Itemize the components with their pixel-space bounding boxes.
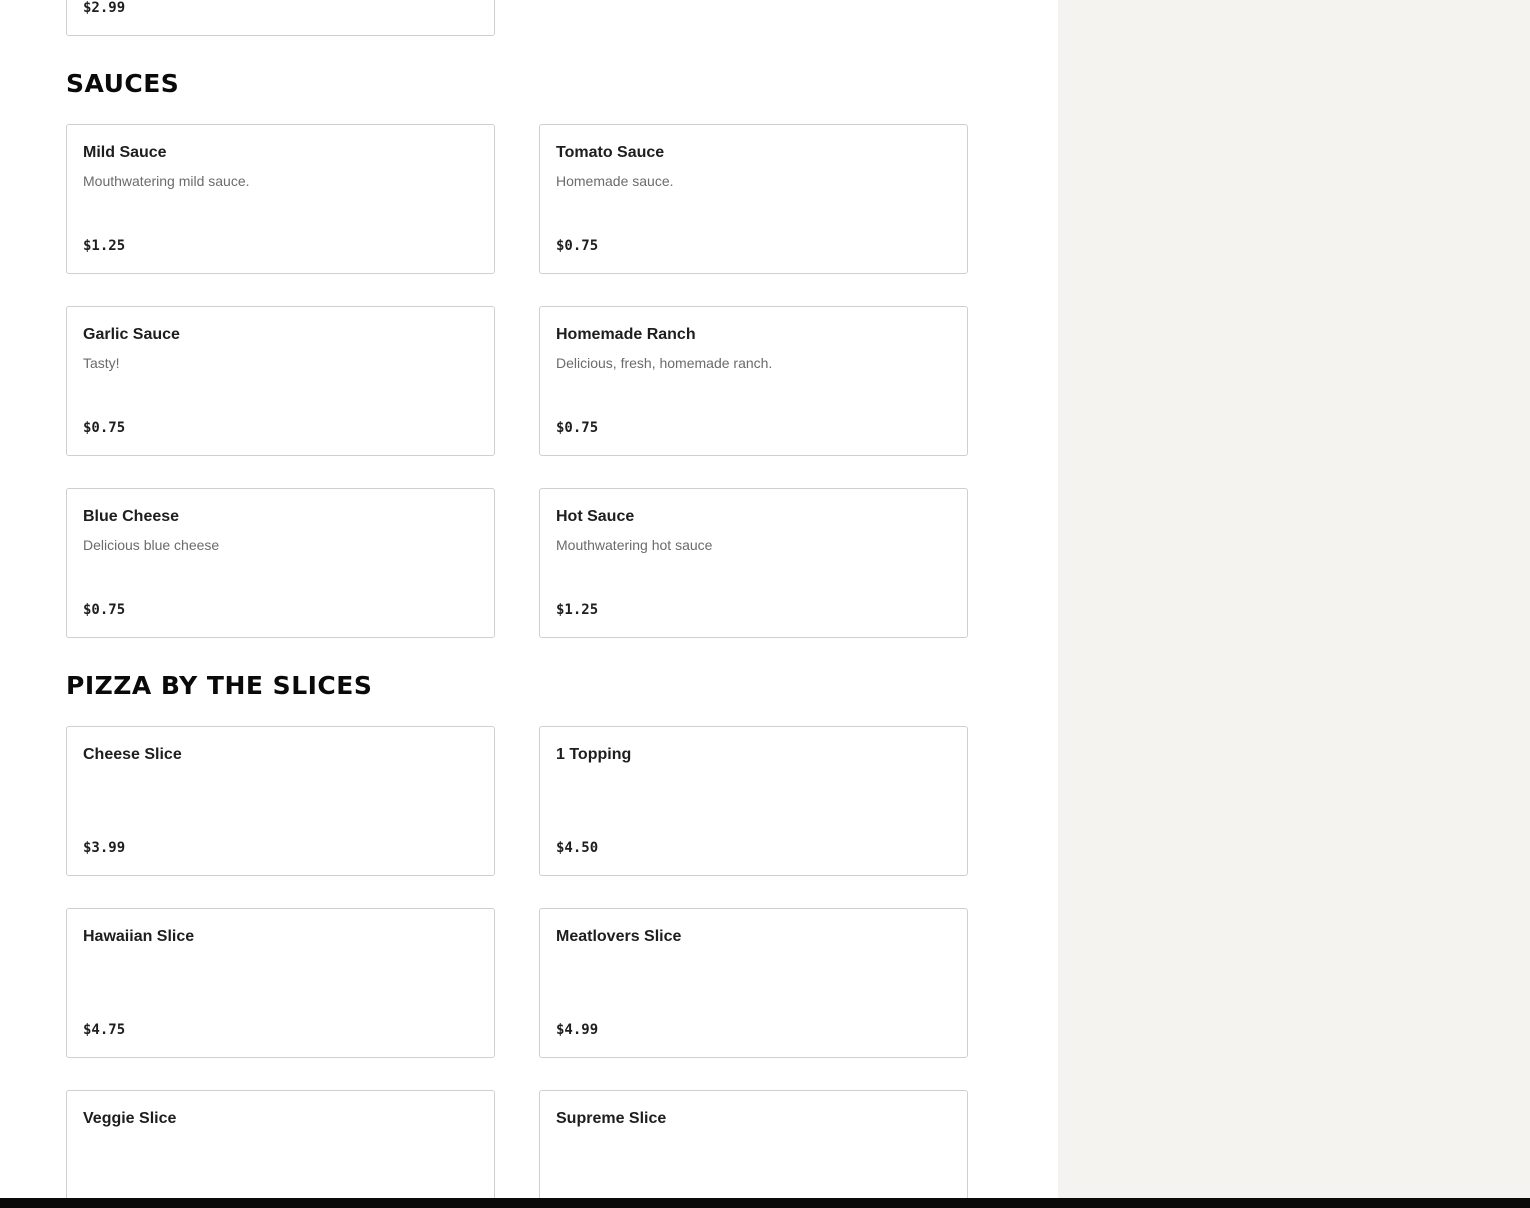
menu-item-card[interactable]: Meatlovers Slice $4.99 xyxy=(539,908,968,1058)
menu-item-card[interactable]: Hot Sauce Mouthwatering hot sauce $1.25 xyxy=(539,488,968,638)
item-name: Mild Sauce xyxy=(83,144,167,161)
sidebar-panel xyxy=(1058,0,1530,1198)
item-price: $2.99 xyxy=(83,0,126,16)
menu-item-card[interactable]: Veggie Slice xyxy=(66,1090,495,1198)
item-description: Mouthwatering hot sauce xyxy=(556,537,713,553)
item-name: Blue Cheese xyxy=(83,508,180,525)
item-price: $0.75 xyxy=(83,602,126,618)
bottom-bar xyxy=(0,1198,1530,1208)
item-description: Delicious blue cheese xyxy=(83,537,220,553)
menu-item-card[interactable]: Tomato Sauce Homemade sauce. $0.75 xyxy=(539,124,968,274)
item-price: $0.75 xyxy=(83,420,126,436)
item-name: Hawaiian Slice xyxy=(83,928,195,945)
item-name: Meatlovers Slice xyxy=(556,928,682,945)
menu-item-card[interactable]: Garlic Sauce Tasty! $0.75 xyxy=(66,306,495,456)
item-name: Garlic Sauce xyxy=(83,326,180,343)
item-price: $3.99 xyxy=(83,840,126,856)
section-title-pizza-by-the-slices: PIZZA BY THE SLICES xyxy=(66,671,373,700)
item-price: $1.25 xyxy=(83,238,126,254)
item-price: $4.75 xyxy=(83,1022,126,1038)
item-description: Mouthwatering mild sauce. xyxy=(83,173,250,189)
item-name: Homemade Ranch xyxy=(556,326,696,343)
menu-item-card[interactable]: $2.99 xyxy=(66,0,495,36)
menu-item-card[interactable]: 1 Topping $4.50 xyxy=(539,726,968,876)
item-description: Homemade sauce. xyxy=(556,173,674,189)
item-name: Veggie Slice xyxy=(83,1110,177,1127)
menu-item-card[interactable]: Supreme Slice xyxy=(539,1090,968,1198)
item-name: Hot Sauce xyxy=(556,508,635,525)
menu-content: $2.99 SAUCES Mild Sauce Mouthwatering mi… xyxy=(0,0,1058,1198)
menu-item-card[interactable]: Hawaiian Slice $4.75 xyxy=(66,908,495,1058)
item-price: $1.25 xyxy=(556,602,599,618)
menu-item-card[interactable]: Blue Cheese Delicious blue cheese $0.75 xyxy=(66,488,495,638)
item-description: Delicious, fresh, homemade ranch. xyxy=(556,355,773,371)
item-name: 1 Topping xyxy=(556,746,632,763)
item-price: $0.75 xyxy=(556,238,599,254)
item-price: $0.75 xyxy=(556,420,599,436)
item-price: $4.99 xyxy=(556,1022,599,1038)
item-name: Supreme Slice xyxy=(556,1110,667,1127)
item-name: Tomato Sauce xyxy=(556,144,665,161)
item-name: Cheese Slice xyxy=(83,746,182,763)
menu-item-card[interactable]: Mild Sauce Mouthwatering mild sauce. $1.… xyxy=(66,124,495,274)
menu-item-card[interactable]: Cheese Slice $3.99 xyxy=(66,726,495,876)
item-price: $4.50 xyxy=(556,840,599,856)
section-title-sauces: SAUCES xyxy=(66,69,180,98)
item-description: Tasty! xyxy=(83,355,120,371)
menu-item-card[interactable]: Homemade Ranch Delicious, fresh, homemad… xyxy=(539,306,968,456)
